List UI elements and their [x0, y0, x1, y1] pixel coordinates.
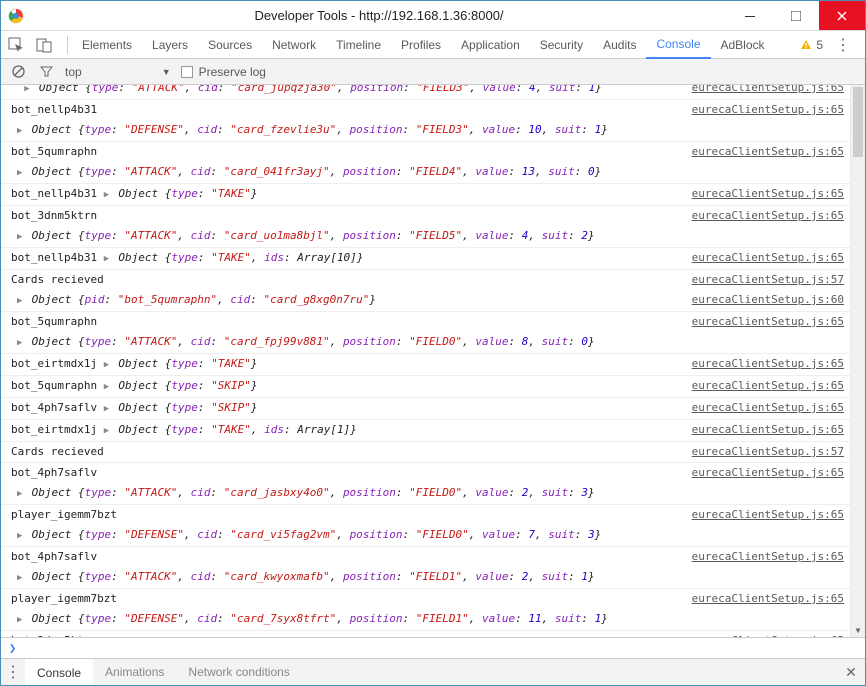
source-link[interactable]: eurecaClientSetup.js:65	[692, 549, 844, 565]
source-link[interactable]: eurecaClientSetup.js:65	[692, 102, 844, 118]
console-row[interactable]: ▶ Object {type: "ATTACK", cid: "card_uo1…	[1, 226, 850, 248]
console-row[interactable]: ▶ Object {type: "ATTACK", cid: "card_041…	[1, 162, 850, 184]
warnings-badge[interactable]: 5	[800, 38, 823, 52]
source-link[interactable]: eurecaClientSetup.js:65	[692, 314, 844, 330]
source-link[interactable]: eurecaClientSetup.js:65	[692, 591, 844, 607]
preserve-log-checkbox[interactable]: Preserve log	[181, 65, 266, 79]
context-value: top	[65, 65, 82, 79]
source-link[interactable]: eurecaClientSetup.js:60	[692, 292, 844, 308]
tab-console[interactable]: Console	[646, 31, 710, 59]
chrome-icon	[1, 8, 31, 24]
drawer-tab-animations[interactable]: Animations	[93, 659, 176, 685]
device-toolbar-icon[interactable]	[35, 36, 53, 54]
console-row[interactable]: ▶ Object {pid: "bot_5qumraphn", cid: "ca…	[1, 290, 850, 312]
console-row[interactable]: bot_3dnm5ktrneurecaClientSetup.js:65	[1, 206, 850, 226]
console-row[interactable]: bot_nellp4b31 ▶ Object {type: "TAKE", id…	[1, 248, 850, 270]
scrollbar-thumb[interactable]	[853, 87, 863, 157]
console-row[interactable]: bot_4ph7saflv ▶ Object {type: "SKIP"}eur…	[1, 398, 850, 420]
source-link[interactable]: eurecaClientSetup.js:65	[692, 400, 844, 416]
source-link[interactable]: eurecaClientSetup.js:65	[692, 465, 844, 481]
checkbox-icon	[181, 66, 193, 78]
drawer-tab-network-conditions[interactable]: Network conditions	[176, 659, 301, 685]
clear-console-icon[interactable]	[9, 63, 27, 81]
close-button[interactable]	[819, 1, 865, 30]
console-prompt[interactable]: ❯	[1, 637, 865, 658]
devtools-tabstrip: ElementsLayersSourcesNetworkTimelineProf…	[1, 31, 865, 59]
tab-layers[interactable]: Layers	[142, 31, 198, 59]
tab-timeline[interactable]: Timeline	[326, 31, 391, 59]
drawer-tabs: ConsoleAnimationsNetwork conditions	[25, 659, 302, 685]
console-row[interactable]: bot_5qumraphneurecaClientSetup.js:65	[1, 142, 850, 162]
tab-sources[interactable]: Sources	[198, 31, 262, 59]
console-row[interactable]: bot_nellp4b31eurecaClientSetup.js:65	[1, 100, 850, 120]
source-link[interactable]: eurecaClientSetup.js:65	[692, 378, 844, 394]
drawer: ⋮ ConsoleAnimationsNetwork conditions ✕	[1, 658, 865, 685]
warnings-count: 5	[816, 38, 823, 52]
console-row[interactable]: bot_eirtmdx1j ▶ Object {type: "TAKE", id…	[1, 420, 850, 442]
maximize-button[interactable]	[773, 1, 819, 30]
console-row[interactable]: bot_4ph7saflveurecaClientSetup.js:65	[1, 547, 850, 567]
console-row[interactable]: bot_5qumraphn ▶ Object {type: "SKIP"}eur…	[1, 376, 850, 398]
tab-audits[interactable]: Audits	[593, 31, 646, 59]
console-messages: ▶ Object {type: "ATTACK", cid: "card_jup…	[1, 85, 865, 637]
console-row[interactable]: ▶ Object {type: "ATTACK", cid: "card_jup…	[1, 85, 850, 100]
console-row[interactable]: ▶ Object {type: "ATTACK", cid: "card_kwy…	[1, 567, 850, 589]
tab-elements[interactable]: Elements	[72, 31, 142, 59]
drawer-close-icon[interactable]: ✕	[837, 664, 865, 681]
context-selector[interactable]: top ▼	[65, 65, 171, 79]
tab-security[interactable]: Security	[530, 31, 593, 59]
console-rows[interactable]: ▶ Object {type: "ATTACK", cid: "card_jup…	[1, 85, 850, 637]
console-row[interactable]: Cards recievedeurecaClientSetup.js:57	[1, 442, 850, 463]
prompt-caret-icon: ❯	[9, 641, 16, 655]
window-controls	[727, 1, 865, 30]
window-title: Developer Tools - http://192.168.1.36:80…	[31, 8, 727, 23]
console-row[interactable]: player_igemm7bzteurecaClientSetup.js:65	[1, 589, 850, 609]
tab-profiles[interactable]: Profiles	[391, 31, 451, 59]
preserve-log-label: Preserve log	[199, 65, 266, 79]
filter-icon[interactable]	[37, 63, 55, 81]
source-link[interactable]: eurecaClientSetup.js:65	[692, 208, 844, 224]
console-row[interactable]: ▶ Object {type: "DEFENSE", cid: "card_vi…	[1, 525, 850, 547]
titlebar: Developer Tools - http://192.168.1.36:80…	[1, 1, 865, 31]
console-row[interactable]: ▶ Object {type: "ATTACK", cid: "card_fpj…	[1, 332, 850, 354]
tab-adblock[interactable]: AdBlock	[711, 31, 775, 59]
console-row[interactable]: ▶ Object {type: "ATTACK", cid: "card_jas…	[1, 483, 850, 505]
console-row[interactable]: bot_4ph7saflveurecaClientSetup.js:65	[1, 463, 850, 483]
console-row[interactable]: bot_5qumraphneurecaClientSetup.js:65	[1, 312, 850, 332]
source-link[interactable]: eurecaClientSetup.js:65	[692, 144, 844, 160]
kebab-menu-icon[interactable]: ⋮	[831, 35, 855, 55]
drawer-tab-console[interactable]: Console	[25, 659, 93, 685]
console-row[interactable]: Cards recievedeurecaClientSetup.js:57	[1, 270, 850, 290]
scroll-down-icon[interactable]: ▼	[851, 623, 865, 637]
console-row[interactable]: ▶ Object {type: "DEFENSE", cid: "card_7s…	[1, 609, 850, 631]
console-row[interactable]: bot_3dnm5ktrneurecaClientSetup.js:65	[1, 631, 850, 637]
console-row[interactable]: bot_eirtmdx1j ▶ Object {type: "TAKE"}eur…	[1, 354, 850, 376]
tab-application[interactable]: Application	[451, 31, 530, 59]
source-link[interactable]: eurecaClientSetup.js:57	[692, 444, 844, 460]
source-link[interactable]: eurecaClientSetup.js:65	[692, 250, 844, 266]
source-link[interactable]: eurecaClientSetup.js:65	[692, 422, 844, 438]
source-link[interactable]: eurecaClientSetup.js:65	[692, 507, 844, 523]
tab-network[interactable]: Network	[262, 31, 326, 59]
chevron-down-icon: ▼	[162, 67, 171, 77]
console-row[interactable]: ▶ Object {type: "DEFENSE", cid: "card_fz…	[1, 120, 850, 142]
scrollbar-vertical[interactable]: ▲ ▼	[850, 85, 865, 637]
source-link[interactable]: eurecaClientSetup.js:65	[692, 633, 844, 637]
console-row[interactable]: player_igemm7bzteurecaClientSetup.js:65	[1, 505, 850, 525]
console-row[interactable]: bot_nellp4b31 ▶ Object {type: "TAKE"}eur…	[1, 184, 850, 206]
source-link[interactable]: eurecaClientSetup.js:65	[692, 356, 844, 372]
source-link[interactable]: eurecaClientSetup.js:65	[692, 186, 844, 202]
console-toolbar: top ▼ Preserve log	[1, 59, 865, 85]
panel-tabs: ElementsLayersSourcesNetworkTimelineProf…	[72, 31, 775, 59]
source-link[interactable]: eurecaClientSetup.js:65	[692, 85, 844, 96]
source-link[interactable]: eurecaClientSetup.js:57	[692, 272, 844, 288]
devtools-window: Developer Tools - http://192.168.1.36:80…	[1, 1, 865, 685]
inspect-element-icon[interactable]	[7, 36, 25, 54]
drawer-kebab-icon[interactable]: ⋮	[1, 662, 25, 682]
minimize-button[interactable]	[727, 1, 773, 30]
